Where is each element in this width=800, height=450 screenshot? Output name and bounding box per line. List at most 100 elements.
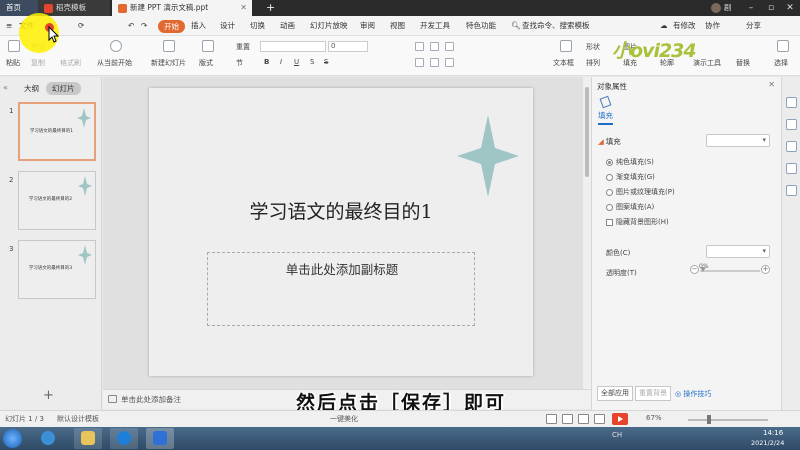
- cloud-icon[interactable]: ☁: [660, 16, 668, 36]
- close-tab-icon[interactable]: ✕: [240, 0, 247, 16]
- zoom-level[interactable]: 67%: [646, 414, 662, 422]
- tab-slides[interactable]: 幻灯片: [46, 82, 81, 95]
- format-painter-button[interactable]: 格式刷: [60, 58, 81, 68]
- menu-view[interactable]: 视图: [390, 16, 405, 36]
- new-tab-button[interactable]: +: [266, 0, 275, 15]
- beautify-button[interactable]: 一键美化: [330, 414, 358, 424]
- reset-background-button[interactable]: 重置背景: [635, 386, 671, 401]
- notes-toggle-icon[interactable]: [546, 414, 557, 424]
- input-method-indicator[interactable]: CH: [612, 431, 622, 439]
- tab-fill[interactable]: 填充: [598, 110, 613, 125]
- settings-icon[interactable]: [786, 185, 797, 196]
- animation-icon[interactable]: [786, 141, 797, 152]
- tab-outline[interactable]: 大纲: [24, 83, 39, 94]
- scrollbar-thumb[interactable]: [585, 87, 589, 177]
- menu-insert[interactable]: 插入: [191, 16, 206, 36]
- shape-button[interactable]: 形状: [586, 42, 600, 52]
- share[interactable]: 分享: [746, 16, 761, 36]
- font-size-field[interactable]: 0: [328, 41, 368, 52]
- collapse-panel-icon[interactable]: «: [3, 83, 8, 92]
- underline-icon[interactable]: U: [294, 58, 299, 66]
- shadow-icon[interactable]: S: [310, 58, 314, 66]
- star-shape-icon[interactable]: [457, 115, 519, 197]
- select-icon[interactable]: [777, 40, 789, 52]
- fill-section-header[interactable]: ◢ 填充: [598, 136, 621, 147]
- textbox-icon[interactable]: [560, 40, 572, 52]
- italic-icon[interactable]: I: [280, 58, 282, 66]
- play-icon[interactable]: [110, 40, 122, 52]
- taskbar-ie[interactable]: [34, 428, 62, 449]
- copy-button[interactable]: 复制: [31, 58, 45, 68]
- hide-background-checkbox[interactable]: 隐藏背景图形(H): [606, 217, 669, 227]
- radio-pattern-fill[interactable]: 图案填充(A): [606, 202, 654, 212]
- normal-view-icon[interactable]: [562, 414, 573, 424]
- strike-icon[interactable]: S: [324, 58, 328, 66]
- new-slide-icon[interactable]: [163, 40, 175, 52]
- radio-solid-fill[interactable]: 纯色填充(S): [606, 157, 654, 167]
- font-name-field[interactable]: [260, 41, 326, 52]
- align-center-icon[interactable]: [430, 58, 439, 67]
- play-slideshow-button[interactable]: [612, 413, 628, 425]
- slider-knob[interactable]: [700, 267, 706, 272]
- menu-transition[interactable]: 切换: [250, 16, 265, 36]
- slide-thumbnail[interactable]: 学习语文的最终目的1: [18, 102, 96, 161]
- transparency-slider[interactable]: [700, 267, 760, 272]
- decrease-icon[interactable]: −: [690, 265, 699, 274]
- align-left-icon[interactable]: [415, 58, 424, 67]
- section-button[interactable]: 节: [236, 58, 243, 68]
- menu-design[interactable]: 设计: [220, 16, 235, 36]
- paste-button[interactable]: 粘贴: [6, 58, 20, 68]
- tips-link[interactable]: ◎ 操作技巧: [675, 389, 711, 399]
- close-window-icon[interactable]: ✕: [781, 0, 799, 16]
- close-panel-icon[interactable]: ✕: [768, 80, 775, 89]
- arrange-button[interactable]: 排列: [586, 58, 600, 68]
- radio-picture-fill[interactable]: 图片或纹理填充(P): [606, 187, 675, 197]
- user-name[interactable]: 剧: [724, 0, 732, 16]
- replace-button[interactable]: 替换: [736, 58, 750, 68]
- slide-title[interactable]: 学习语文的最终目的1: [149, 197, 533, 224]
- menu-review[interactable]: 审阅: [360, 16, 375, 36]
- slideshow-tools-button[interactable]: 演示工具: [693, 58, 721, 68]
- undo-icon[interactable]: ↶: [128, 16, 134, 36]
- reading-view-icon[interactable]: [594, 414, 605, 424]
- number-list-icon[interactable]: [430, 42, 439, 51]
- start-button[interactable]: [3, 429, 22, 448]
- format-icon[interactable]: [786, 163, 797, 174]
- properties-icon[interactable]: [786, 97, 797, 108]
- slide-thumbnail[interactable]: 学习语文的最终目的2: [18, 171, 96, 230]
- taskbar-explorer[interactable]: [74, 428, 102, 449]
- bold-icon[interactable]: B: [264, 58, 269, 66]
- menu-slideshow[interactable]: 幻灯片放映: [310, 16, 348, 36]
- radio-gradient-fill[interactable]: 渐变填充(G): [606, 172, 655, 182]
- collaborate[interactable]: 协作: [705, 16, 720, 36]
- search-icon[interactable]: 🔍︎: [511, 16, 521, 36]
- taskbar-wps[interactable]: [146, 428, 174, 449]
- vertical-scrollbar[interactable]: [583, 77, 591, 389]
- redo-arrow-icon[interactable]: ↷: [141, 16, 147, 36]
- align-right-icon[interactable]: [445, 58, 454, 67]
- layout-icon[interactable]: [202, 40, 214, 52]
- indent-icon[interactable]: [445, 42, 454, 51]
- menu-developer[interactable]: 开发工具: [420, 16, 450, 36]
- fill-dropdown[interactable]: [706, 134, 770, 147]
- avatar[interactable]: [711, 3, 721, 13]
- color-dropdown[interactable]: [706, 245, 770, 258]
- from-current-button[interactable]: 从当前开始: [97, 58, 132, 68]
- design-icon[interactable]: [786, 119, 797, 130]
- bullet-list-icon[interactable]: [415, 42, 424, 51]
- increase-icon[interactable]: +: [761, 265, 770, 274]
- add-slide-button[interactable]: +: [43, 388, 54, 403]
- menu-start[interactable]: 开始: [158, 20, 185, 33]
- redo-icon[interactable]: ⟳: [78, 16, 84, 36]
- hamburger-icon[interactable]: ≡: [6, 16, 12, 36]
- reset-button[interactable]: 重置: [236, 42, 250, 52]
- subtitle-placeholder[interactable]: 单击此处添加副标题: [207, 252, 475, 326]
- zoom-slider-knob[interactable]: [707, 415, 711, 424]
- apply-all-button[interactable]: 全部应用: [597, 386, 633, 401]
- current-slide[interactable]: 学习语文的最终目的1 单击此处添加副标题: [149, 88, 533, 376]
- zoom-slider[interactable]: [688, 419, 768, 421]
- minimize-icon[interactable]: –: [742, 0, 760, 16]
- paste-icon[interactable]: [8, 40, 20, 52]
- maximize-icon[interactable]: ▫: [762, 0, 780, 16]
- select-button[interactable]: 选择: [774, 58, 788, 68]
